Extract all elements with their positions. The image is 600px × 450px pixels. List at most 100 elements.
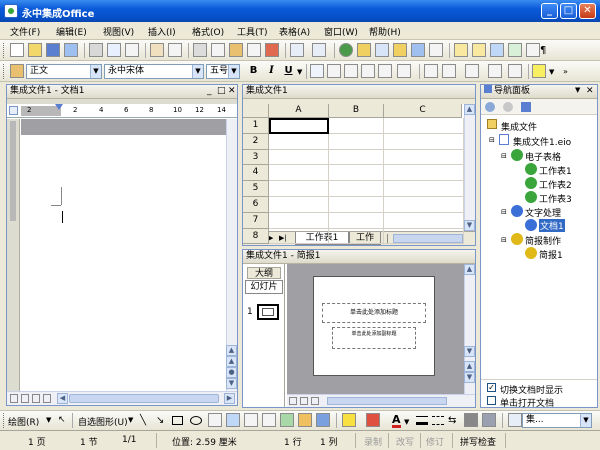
page-view-icon[interactable]	[32, 394, 40, 403]
row-header[interactable]: 5	[243, 181, 269, 197]
sheet-cell[interactable]	[384, 133, 464, 150]
status-record[interactable]: 录制	[364, 435, 382, 448]
column-header[interactable]: B	[329, 104, 384, 118]
menu-view[interactable]: 视图(V)	[103, 25, 134, 38]
close-icon[interactable]: ✕	[586, 86, 594, 96]
tree-file[interactable]: 集成文件1.eio	[513, 135, 571, 148]
tree-sheet-2[interactable]: 工作表2	[539, 178, 572, 191]
row-header[interactable]: 4	[243, 165, 269, 182]
help-icon[interactable]	[508, 43, 522, 57]
row-header[interactable]: 8	[243, 228, 269, 245]
single-click-open-checkbox[interactable]	[487, 396, 496, 405]
status-overtype[interactable]: 改写	[396, 435, 414, 448]
tab-stop-icon[interactable]	[9, 106, 18, 115]
sheet-cell[interactable]	[329, 228, 384, 245]
sheet-cell[interactable]	[269, 212, 329, 229]
hyperlink-icon[interactable]	[339, 43, 353, 57]
tree-spreadsheet-group[interactable]: 电子表格	[525, 150, 561, 163]
status-track-changes[interactable]: 修订	[426, 435, 444, 448]
chevron-down-icon[interactable]: ▼	[192, 65, 203, 78]
next-page-icon[interactable]: ▼	[226, 378, 237, 389]
table-icon[interactable]	[375, 43, 389, 57]
cut-icon[interactable]	[193, 43, 207, 57]
picture-icon[interactable]	[298, 413, 312, 427]
normal-view-icon[interactable]	[289, 397, 297, 405]
previous-slide-icon[interactable]: ▲	[464, 361, 475, 372]
tree-slides-group[interactable]: 简报制作	[525, 234, 561, 247]
columns-icon[interactable]	[429, 43, 443, 57]
spellcheck-icon[interactable]	[125, 43, 139, 57]
vertical-ruler[interactable]	[7, 119, 20, 391]
ellipse-icon[interactable]	[190, 416, 202, 425]
navigation-icon[interactable]	[472, 43, 486, 57]
menu-table[interactable]: 表格(A)	[279, 25, 310, 38]
column-header[interactable]: C	[384, 104, 462, 118]
spreadsheet-icon[interactable]	[393, 43, 407, 57]
slides-icon[interactable]	[411, 43, 425, 57]
subtitle-placeholder[interactable]: 单击此处添加副标题	[332, 327, 416, 349]
scroll-up-icon[interactable]: ▲	[226, 345, 237, 356]
select-browse-icon[interactable]: ●	[226, 367, 237, 378]
chevron-down-icon[interactable]: ▼	[46, 416, 51, 424]
collapse-icon[interactable]: ⊟	[501, 208, 507, 216]
open-icon[interactable]	[28, 43, 42, 57]
select-all-corner[interactable]	[243, 104, 269, 118]
justify-icon[interactable]	[361, 64, 375, 78]
font-combo[interactable]: 永中宋体 ▼	[104, 64, 204, 79]
vertical-text-icon[interactable]	[244, 413, 258, 427]
home-icon[interactable]	[521, 102, 531, 112]
toolbar-grip[interactable]	[3, 43, 6, 58]
shadow-icon[interactable]	[464, 413, 478, 427]
sheet-cell[interactable]	[384, 212, 464, 229]
sheet-cell[interactable]	[329, 118, 384, 134]
tab-slides[interactable]: 幻灯片	[245, 280, 283, 294]
minimize-icon[interactable]: _	[207, 86, 212, 96]
menu-window[interactable]: 窗口(W)	[324, 25, 358, 38]
menu-insert[interactable]: 插入(I)	[148, 25, 176, 38]
close-button[interactable]: ✕	[579, 3, 596, 19]
scroll-thumb[interactable]	[69, 394, 219, 403]
tree-sheet-1[interactable]: 工作表1	[539, 164, 572, 177]
chevron-down-icon[interactable]: ▼	[404, 418, 409, 426]
decrease-indent-icon[interactable]	[488, 64, 502, 78]
overflow-icon[interactable]: »	[563, 67, 568, 76]
brush-icon[interactable]	[265, 43, 279, 57]
scroll-up-icon[interactable]: ▲	[464, 264, 475, 275]
zoom-icon[interactable]	[490, 43, 504, 57]
arrow-icon[interactable]: ↘	[156, 415, 164, 426]
sheet-cell[interactable]	[384, 118, 464, 134]
font-size-combo[interactable]: 五号 ▼	[206, 64, 240, 79]
sheet-cell[interactable]	[329, 165, 384, 182]
numbering-icon[interactable]	[442, 64, 456, 78]
restore-icon[interactable]: □	[217, 86, 226, 96]
new-icon[interactable]	[10, 43, 24, 57]
print-icon[interactable]	[89, 43, 103, 57]
vertical-scrollbar[interactable]: ▲ ▼	[464, 104, 475, 231]
copy-icon[interactable]	[168, 43, 182, 57]
edit-icon[interactable]	[357, 43, 371, 57]
sheet-cell[interactable]	[269, 118, 329, 134]
indent-icon[interactable]	[424, 64, 438, 78]
row-header[interactable]: 3	[243, 149, 269, 166]
select-objects-icon[interactable]: ↖	[58, 415, 66, 425]
collapse-icon[interactable]: ⊟	[489, 136, 495, 144]
sheet-cell[interactable]	[269, 197, 329, 213]
tree-slide-doc[interactable]: 简报1	[539, 248, 563, 261]
indent-marker-icon[interactable]	[55, 104, 63, 110]
document-page[interactable]	[21, 135, 231, 397]
font-color-icon[interactable]: A	[392, 414, 401, 428]
sheet-cell[interactable]	[329, 181, 384, 197]
redo-icon[interactable]	[312, 43, 326, 57]
highlight-icon[interactable]	[532, 64, 546, 78]
autoshape-menu[interactable]: 自选图形(U)	[78, 415, 128, 428]
forward-icon[interactable]	[503, 102, 513, 112]
chevron-down-icon[interactable]: ▼	[90, 65, 101, 78]
minimize-button[interactable]: _	[541, 3, 558, 19]
sheet-cell[interactable]	[269, 228, 329, 245]
sheet-cell[interactable]	[384, 149, 464, 166]
horizontal-scrollbar[interactable]: ◀ ▶	[7, 391, 237, 405]
tree-doc-selected[interactable]: 文档1	[539, 219, 565, 232]
column-header[interactable]: A	[269, 104, 329, 118]
sheet-cell[interactable]	[329, 197, 384, 213]
save-icon[interactable]	[46, 43, 60, 57]
